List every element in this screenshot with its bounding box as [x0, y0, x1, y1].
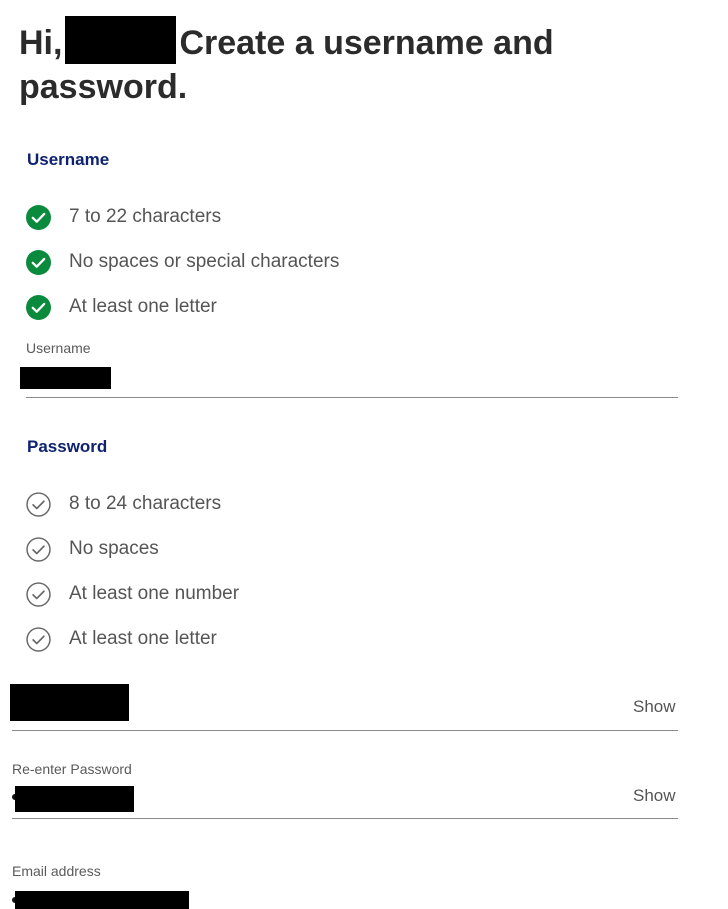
requirement-text: No spaces: [69, 538, 159, 559]
username-field-underline: [26, 397, 678, 398]
check-circle-outline-icon: [26, 491, 51, 517]
check-circle-filled-icon: [26, 249, 51, 275]
check-circle-outline-icon: [26, 581, 51, 607]
username-section-heading: Username: [27, 150, 110, 169]
greeting-text: Hi,: [19, 24, 63, 62]
page-title: Hi, Create a username and password.: [19, 16, 659, 109]
username-requirement-no-spaces: No spaces or special characters: [26, 249, 339, 275]
email-field-label: Email address: [12, 863, 101, 879]
password-input[interactable]: [10, 684, 129, 721]
requirement-text: At least one letter: [69, 628, 217, 649]
check-circle-outline-icon: [26, 626, 51, 652]
requirement-text: 8 to 24 characters: [69, 493, 222, 514]
password-field-underline: [12, 730, 678, 731]
reenter-password-show-toggle[interactable]: Show: [633, 786, 676, 806]
check-circle-outline-icon: [26, 536, 51, 562]
requirement-text: At least one number: [69, 583, 240, 604]
email-input[interactable]: [15, 891, 189, 909]
requirement-text: At least one letter: [69, 296, 217, 317]
password-section-heading: Password: [27, 437, 108, 456]
password-requirement-no-spaces: No spaces: [26, 536, 159, 562]
password-requirement-number: At least one number: [26, 581, 239, 607]
redacted-user-name: [65, 16, 177, 64]
check-circle-filled-icon: [26, 294, 51, 320]
check-circle-filled-icon: [26, 204, 51, 230]
username-requirement-letter: At least one letter: [26, 294, 217, 320]
requirement-text: 7 to 22 characters: [69, 206, 222, 227]
username-requirement-length: 7 to 22 characters: [26, 204, 221, 230]
password-requirement-length: 8 to 24 characters: [26, 491, 221, 517]
reenter-password-field-underline: [12, 818, 678, 819]
username-field-label: Username: [26, 340, 91, 356]
requirement-text: No spaces or special characters: [69, 251, 340, 272]
password-show-toggle[interactable]: Show: [633, 697, 676, 717]
password-requirement-letter: At least one letter: [26, 626, 217, 652]
reenter-password-label: Re-enter Password: [12, 761, 132, 777]
username-input[interactable]: [20, 367, 111, 389]
reenter-password-input[interactable]: [15, 786, 134, 812]
